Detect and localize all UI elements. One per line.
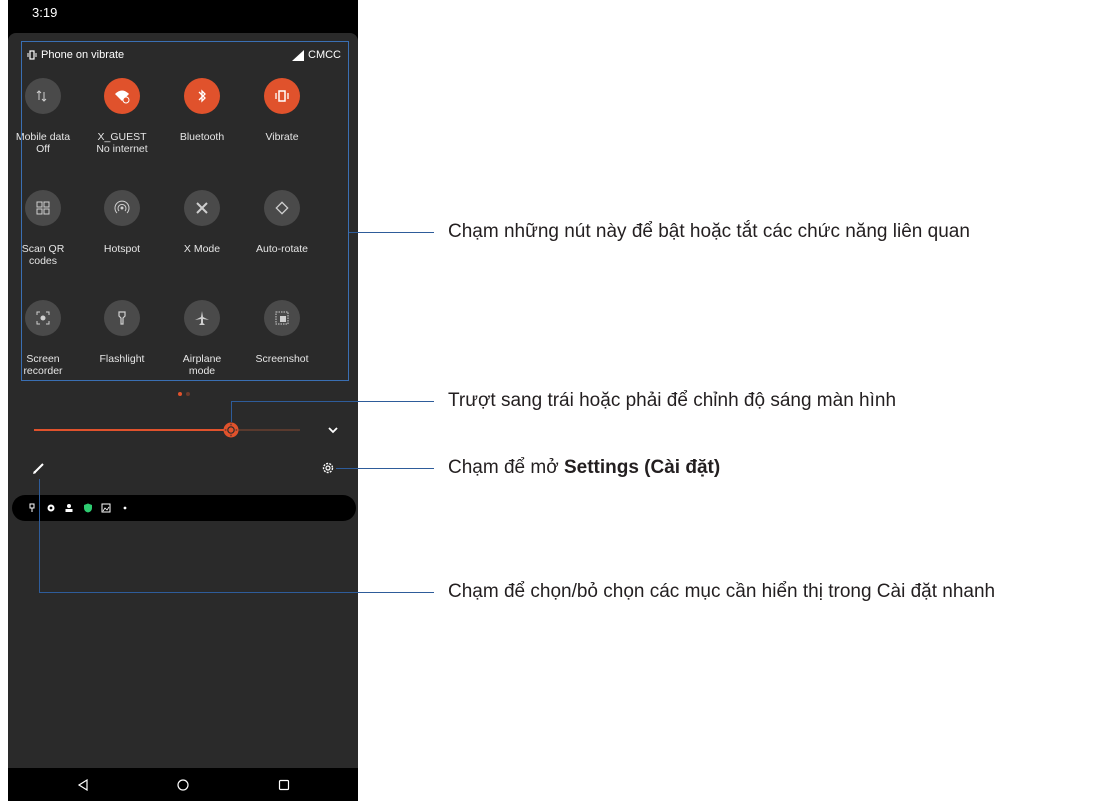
chevron-down-icon[interactable]	[325, 423, 341, 437]
shield-icon	[84, 503, 92, 513]
recents-icon[interactable]	[278, 779, 290, 791]
image-icon	[101, 503, 111, 513]
annotation-brightness: Trượt sang trái hoặc phải để chỉnh độ sá…	[448, 390, 897, 411]
edit-pencil-icon[interactable]	[32, 461, 46, 475]
more-dot-icon	[123, 506, 127, 510]
page-indicator	[178, 392, 192, 396]
brightness-callout-line-h	[231, 401, 434, 402]
home-icon[interactable]	[177, 779, 189, 791]
brightness-slider-thumb[interactable]	[223, 422, 239, 438]
settings-callout-line	[336, 468, 434, 469]
tiles-callout-line	[349, 232, 434, 233]
tiles-callout-box	[21, 41, 349, 381]
pin-icon	[29, 503, 35, 512]
annotation-settings-prefix: Chạm để mở	[448, 457, 564, 478]
annotation-settings: Chạm để mở Settings (Cài đặt)	[448, 457, 720, 479]
annotation-settings-bold: Settings (Cài đặt)	[563, 457, 721, 478]
navigation-bar	[8, 768, 358, 801]
status-time: 3:19	[32, 5, 58, 20]
notification-icons-bar[interactable]	[12, 495, 356, 521]
brightness-slider-fill	[34, 429, 231, 431]
brightness-callout-line-v	[231, 401, 232, 422]
status-bar: 3:19	[8, 0, 358, 33]
edit-callout-line-h	[39, 592, 434, 593]
page-dot-1	[178, 392, 182, 396]
page-dot-2	[186, 392, 190, 396]
account-icon	[65, 504, 73, 512]
edit-callout-line-v	[39, 479, 40, 592]
brightness-slider[interactable]	[34, 429, 300, 431]
back-icon[interactable]	[77, 779, 89, 791]
brightness-icon	[223, 422, 239, 438]
annotation-tiles: Chạm những nút này để bật hoặc tắt các c…	[448, 221, 970, 242]
gear-icon	[47, 504, 55, 512]
settings-gear-icon[interactable]	[321, 461, 335, 475]
annotation-edit: Chạm để chọn/bỏ chọn các mục cần hiển th…	[448, 581, 996, 602]
